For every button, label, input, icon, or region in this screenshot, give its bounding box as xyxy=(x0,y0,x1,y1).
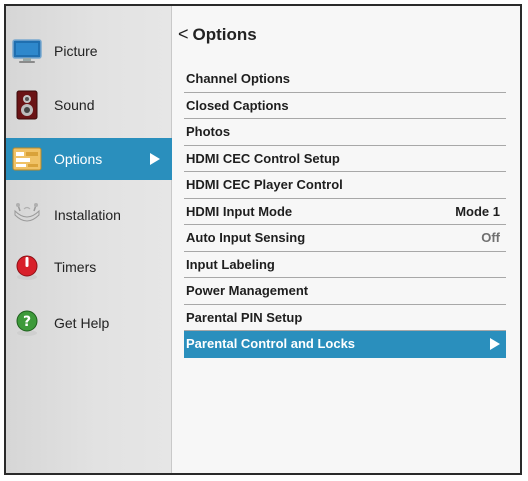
back-icon[interactable]: < xyxy=(178,24,189,45)
page-title: < Options xyxy=(178,24,257,45)
satellite-dish-icon xyxy=(12,200,42,230)
sidebar-item-label: Timers xyxy=(54,259,97,275)
sidebar-item-options[interactable]: Options xyxy=(6,138,172,180)
menu-item-label: HDMI CEC Player Control xyxy=(186,177,343,193)
sidebar-item-get-help[interactable]: ? Get Help xyxy=(6,302,172,344)
menu-item-parental-control-and-locks[interactable]: Parental Control and Locks xyxy=(184,331,506,358)
menu-item-label: Power Management xyxy=(186,283,309,299)
menu-item-label: HDMI Input Mode xyxy=(186,203,293,219)
chevron-right-icon xyxy=(150,153,160,165)
menu-item-label: Input Labeling xyxy=(186,256,275,272)
menu-item-value: Mode 1 xyxy=(455,203,500,219)
menu-item-photos[interactable]: Photos xyxy=(184,119,506,146)
options-menu: Channel Options Closed Captions Photos H… xyxy=(184,66,506,358)
sidebar-item-label: Options xyxy=(54,151,103,167)
options-icon xyxy=(12,144,42,174)
svg-text:?: ? xyxy=(23,314,31,330)
sidebar-item-installation[interactable]: Installation xyxy=(6,194,172,236)
sidebar-item-label: Sound xyxy=(54,97,95,113)
menu-item-auto-input-sensing[interactable]: Auto Input Sensing Off xyxy=(184,225,506,252)
chevron-right-icon xyxy=(490,337,500,350)
menu-item-label: Parental PIN Setup xyxy=(186,309,303,325)
menu-item-label: Channel Options xyxy=(186,71,290,87)
tv-menu-window: Picture Sound Options Installation Timer… xyxy=(4,4,522,475)
sidebar-item-label: Get Help xyxy=(54,315,110,331)
menu-item-value: Off xyxy=(481,230,500,246)
sidebar: Picture Sound Options Installation Timer… xyxy=(6,6,172,473)
menu-item-label: Auto Input Sensing xyxy=(186,230,306,246)
sidebar-item-timers[interactable]: Timers xyxy=(6,246,172,288)
sidebar-item-sound[interactable]: Sound xyxy=(6,84,172,126)
sidebar-item-picture[interactable]: Picture xyxy=(6,30,172,72)
menu-item-parental-pin-setup[interactable]: Parental PIN Setup xyxy=(184,305,506,331)
main-panel: < Options Channel Options Closed Caption… xyxy=(172,6,520,473)
menu-item-hdmi-input-mode[interactable]: HDMI Input Mode Mode 1 xyxy=(184,199,506,225)
menu-item-hdmi-cec-player-control[interactable]: HDMI CEC Player Control xyxy=(184,172,506,199)
menu-item-closed-captions[interactable]: Closed Captions xyxy=(184,93,506,119)
monitor-icon xyxy=(12,36,42,66)
menu-item-channel-options[interactable]: Channel Options xyxy=(184,66,506,93)
menu-item-label: Photos xyxy=(186,124,231,140)
menu-item-power-management[interactable]: Power Management xyxy=(184,278,506,305)
help-icon: ? xyxy=(12,308,42,338)
sidebar-item-label: Installation xyxy=(54,207,121,223)
timer-icon xyxy=(12,252,42,282)
menu-item-label: Parental Control and Locks xyxy=(186,336,356,352)
menu-item-label: HDMI CEC Control Setup xyxy=(186,150,340,166)
menu-item-label: Closed Captions xyxy=(186,97,289,113)
speaker-icon xyxy=(12,90,42,120)
page-title-text: Options xyxy=(192,24,257,44)
menu-item-input-labeling[interactable]: Input Labeling xyxy=(184,252,506,278)
sidebar-item-label: Picture xyxy=(54,43,98,59)
menu-item-hdmi-cec-control-setup[interactable]: HDMI CEC Control Setup xyxy=(184,146,506,172)
